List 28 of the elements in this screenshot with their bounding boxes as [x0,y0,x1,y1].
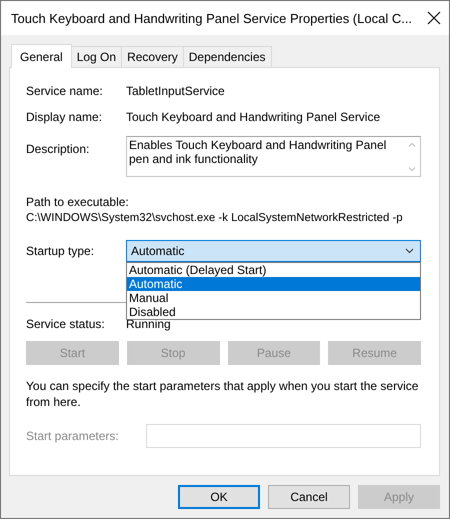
field-value: C:\WINDOWS\System32\svchost.exe -k LocalSystemNetworkRestricted -p [26,212,403,224]
dialog-button[interactable]: Cancel [268,485,350,509]
field-label: Service name: [26,84,104,98]
dropdown-option[interactable]: Automatic [127,277,420,291]
field-value: TabletInputService [126,84,226,98]
dialog-button[interactable]: OK [178,485,260,509]
field-label: Display name: [26,110,104,124]
field-label: Start parameters: [26,429,120,443]
hint-text: You can specify the start parameters that apply when you start the service from here. [26,378,420,410]
field-label: Path to executable: [26,195,129,209]
dropdown-option[interactable]: Disabled [127,305,420,319]
field-value: Running [126,317,172,331]
tab[interactable]: Dependencies [182,46,272,67]
field-label: Startup type: [26,244,96,258]
chevron-down-icon [405,248,414,254]
window-title: Touch Keyboard and Handwriting Panel Service Properties (Local C... [11,10,412,26]
scroll-down-icon[interactable] [408,167,416,172]
scroll-up-icon[interactable] [408,142,416,147]
start-parameters-field[interactable] [146,424,421,448]
close-icon[interactable] [427,11,441,25]
field-label: Description: [26,142,90,156]
dropdown-option[interactable]: Automatic (Delayed Start) [127,263,420,277]
tab[interactable]: General [11,44,72,68]
field-value: Touch Keyboard and Handwriting Panel Service [126,110,382,124]
dropdown-option[interactable]: Manual [127,291,420,305]
field-label: Service status: [26,317,106,331]
description-box[interactable]: Enables Touch Keyboard and Handwriting Panel pen and ink functionality [126,136,421,177]
startup-type-dropdown[interactable]: Automatic [126,240,421,262]
